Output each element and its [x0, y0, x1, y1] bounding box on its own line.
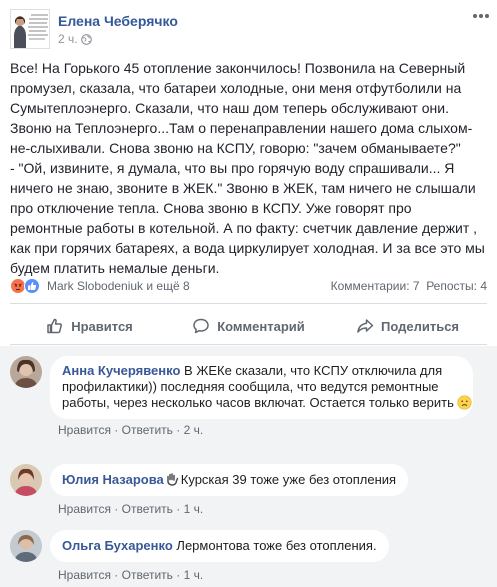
comment-meta: Нравится · Ответить · 1 ч.	[58, 568, 204, 582]
comment-button[interactable]: Комментарий	[169, 310, 328, 342]
comment-label: Комментарий	[217, 318, 305, 334]
share-arrow-icon	[356, 317, 374, 335]
comment-text-line: профилактики)) последняя сообщила, что в…	[62, 379, 439, 394]
post-text-line: не-слыхивали. Снова звоню на КСПУ, говор…	[10, 140, 461, 156]
comment-text-line: В ЖЕКе сказали, что КСПУ отключила для	[184, 363, 443, 378]
comment-bubble: Ольга Бухаренко Лермонтова тоже без отоп…	[50, 530, 389, 562]
post-timestamp[interactable]: 2 ч.	[58, 32, 92, 46]
post-header: Елена Чеберячко 2 ч.	[0, 0, 497, 52]
comments-section: Анна Кучерявенко В ЖЕКе сказали, что КСП…	[0, 346, 497, 587]
post-author-name[interactable]: Елена Чеберячко	[58, 13, 178, 29]
share-button[interactable]: Поделиться	[328, 310, 487, 342]
author-avatar[interactable]	[10, 9, 50, 49]
comment-avatar[interactable]	[10, 464, 42, 496]
reaction-icons[interactable]	[10, 278, 40, 294]
comment-item: Ольга Бухаренко Лермонтова тоже без отоп…	[10, 530, 487, 586]
divider	[10, 344, 487, 345]
post-text-line: ничего не знаю, звоните в ЖЕК." Звоню в …	[10, 180, 476, 196]
more-options-icon[interactable]	[472, 10, 490, 22]
post-counts: Комментарии: 7 Репосты: 4	[331, 279, 487, 293]
post-text-line: Звоню на Теплоэнерго...Там о перенаправл…	[10, 120, 473, 136]
like-reaction-icon	[24, 278, 40, 294]
avatar-image	[11, 10, 49, 48]
comment-text-line: работы, через несколько часов включат. О…	[62, 395, 454, 410]
comments-count-link[interactable]: Комментарии: 7	[331, 279, 420, 293]
divider	[10, 303, 487, 304]
post-text-line: промузел, сказала, что батареи холодные,…	[10, 80, 462, 96]
comment-author[interactable]: Ольга Бухаренко	[62, 538, 173, 553]
post-text-line: как при горячих батареях, а вода циркули…	[10, 240, 485, 256]
comment-reply-link[interactable]: Ответить	[122, 568, 173, 582]
comment-text: Курская 39 тоже уже без отопления	[180, 472, 397, 487]
comment-like-link[interactable]: Нравится	[58, 423, 111, 437]
share-label: Поделиться	[380, 318, 460, 334]
comment-reply-link[interactable]: Ответить	[122, 423, 173, 437]
post-actions: Нравится Комментарий Поделиться	[10, 310, 487, 342]
post-text-line: Сумытеплоэнерго. Сказали, что наш дом те…	[10, 100, 449, 116]
waving-hand-emoji-icon	[165, 472, 179, 486]
comment-avatar[interactable]	[10, 356, 42, 388]
thumbs-up-icon	[46, 317, 64, 335]
comment-reply-link[interactable]: Ответить	[122, 502, 173, 516]
like-button[interactable]: Нравится	[10, 310, 169, 342]
comment-avatar[interactable]	[10, 530, 42, 562]
post-text: Все! На Горького 45 отопление закончилос…	[10, 58, 490, 278]
comment-bubble-icon	[192, 317, 210, 335]
reactions-summary: Mark Slobodeniuk и ещё 8 Комментарии: 7 …	[10, 278, 487, 294]
comment-author[interactable]: Юлия Назарова	[62, 472, 164, 487]
reposts-count-link[interactable]: Репосты: 4	[426, 279, 487, 293]
comment-time[interactable]: 1 ч.	[184, 502, 204, 516]
comment-bubble: Анна Кучерявенко В ЖЕКе сказали, что КСП…	[50, 356, 473, 419]
post-time-text: 2 ч.	[58, 32, 78, 46]
like-label: Нравится	[71, 318, 133, 334]
post-text-line: будем платить немалые деньги.	[10, 260, 220, 276]
comment-meta: Нравится · Ответить · 2 ч.	[58, 423, 204, 437]
post-text-line: ремонтные работы в котельной. А по факту…	[10, 220, 478, 236]
comment-bubble: Юлия Назарова Курская 39 тоже уже без от…	[50, 464, 409, 496]
comment-time[interactable]: 2 ч.	[184, 423, 204, 437]
globe-icon	[80, 33, 92, 45]
comment-like-link[interactable]: Нравится	[58, 502, 111, 516]
post-text-line: - "Ой, извините, я думала, что вы про го…	[10, 160, 455, 176]
post-text-line: Все! На Горького 45 отопление закончилос…	[10, 60, 466, 76]
comment-author[interactable]: Анна Кучерявенко	[62, 363, 180, 378]
comment-text: Лермонтова тоже без отопления.	[176, 538, 377, 553]
sad-emoji-icon	[457, 395, 472, 410]
comment-item: Юлия Назарова Курская 39 тоже уже без от…	[10, 464, 487, 520]
comment-time[interactable]: 1 ч.	[184, 568, 204, 582]
comment-item: Анна Кучерявенко В ЖЕКе сказали, что КСП…	[10, 356, 487, 438]
post-text-line: про отключение тепла. Снова звоню в КСПУ…	[10, 200, 412, 216]
comment-meta: Нравится · Ответить · 1 ч.	[58, 502, 204, 516]
comment-like-link[interactable]: Нравится	[58, 568, 111, 582]
reactors-link[interactable]: Mark Slobodeniuk и ещё 8	[47, 279, 190, 293]
